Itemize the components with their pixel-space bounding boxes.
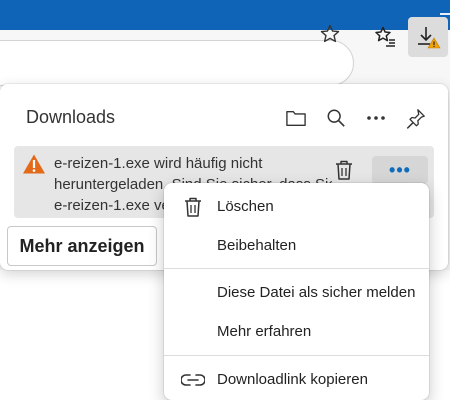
- menu-item-copy-link[interactable]: Downloadlink kopieren: [164, 361, 429, 399]
- menu-item-label: Beibehalten: [217, 237, 297, 254]
- title-bar-edge: [440, 13, 450, 15]
- trash-icon: [180, 194, 206, 220]
- more-options-icon[interactable]: [362, 104, 390, 132]
- address-bar[interactable]: [0, 40, 354, 86]
- menu-item-label: Löschen: [217, 198, 274, 215]
- menu-divider: [164, 268, 429, 269]
- menu-divider: [164, 355, 429, 356]
- menu-item-learn-more[interactable]: Mehr erfahren: [164, 313, 429, 351]
- item-more-actions-button[interactable]: •••: [372, 156, 428, 184]
- show-more-button[interactable]: Mehr anzeigen: [7, 226, 157, 266]
- menu-item-label: Downloadlink kopieren: [217, 371, 368, 388]
- search-icon[interactable]: [322, 104, 350, 132]
- link-icon: [180, 367, 206, 393]
- folder-icon[interactable]: [282, 104, 310, 132]
- warning-icon: [22, 153, 46, 175]
- download-icon: [418, 27, 441, 49]
- pin-icon[interactable]: [402, 104, 430, 132]
- menu-item-keep[interactable]: Beibehalten: [164, 227, 429, 265]
- favorites-icon[interactable]: [369, 20, 401, 52]
- menu-item-label: Diese Datei als sicher melden: [217, 284, 416, 301]
- downloads-button[interactable]: [408, 17, 448, 57]
- menu-item-label: Mehr erfahren: [217, 323, 312, 340]
- delete-download-icon[interactable]: [332, 157, 356, 183]
- panel-title: Downloads: [26, 107, 116, 127]
- star-icon[interactable]: [317, 21, 343, 47]
- menu-item-delete[interactable]: Löschen: [164, 188, 429, 226]
- menu-item-report-safe[interactable]: Diese Datei als sicher melden: [164, 274, 429, 312]
